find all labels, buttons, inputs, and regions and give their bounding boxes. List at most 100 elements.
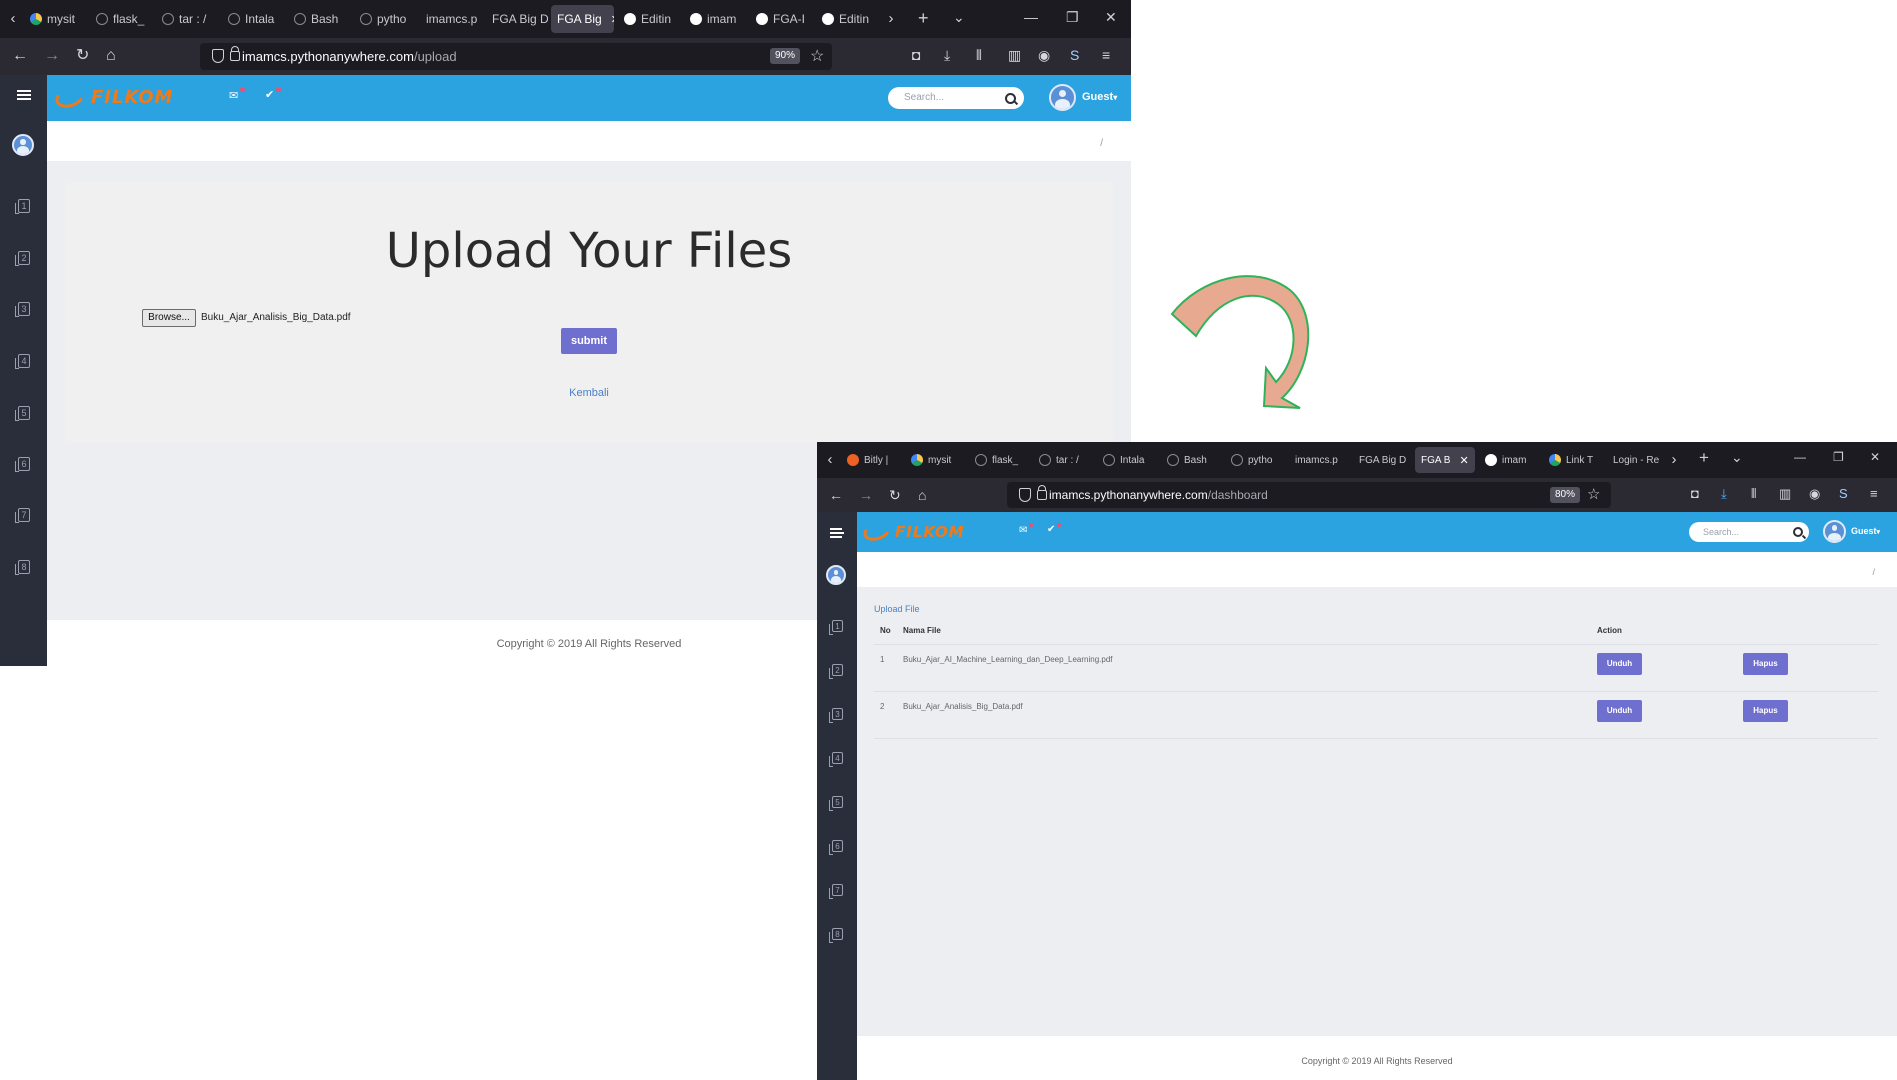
library-icon[interactable]: ⫴ <box>1751 486 1756 502</box>
lock-icon[interactable] <box>230 46 240 61</box>
browser-tab[interactable]: Editin <box>618 5 680 33</box>
sidebar-item-4[interactable]: 4 <box>15 354 30 369</box>
browser-tab[interactable]: imamcs.p <box>420 5 482 33</box>
browser-tab[interactable]: FGA Big D <box>486 5 548 33</box>
minimize-icon[interactable]: — <box>1794 450 1806 464</box>
downloads-icon[interactable]: ⤓ <box>1721 486 1727 502</box>
close-tab-icon[interactable]: ✕ <box>611 13 614 26</box>
upload-file-link[interactable]: Upload File <box>874 604 920 614</box>
browser-tab[interactable]: Bitly | <box>841 447 901 473</box>
library-icon[interactable]: ⫴ <box>976 47 982 64</box>
browser-tab[interactable]: Link T <box>1543 447 1603 473</box>
list-tabs-icon[interactable]: ⌄ <box>1731 449 1743 466</box>
menu-toggle-icon[interactable] <box>17 90 31 100</box>
home-icon[interactable]: ⌂ <box>106 46 116 66</box>
sidebar-toggle-icon[interactable]: ▥ <box>1008 47 1021 64</box>
browser-tab[interactable]: tar : / <box>1033 447 1093 473</box>
browser-tab-active[interactable]: FGA Big✕ <box>551 5 614 33</box>
search-icon[interactable] <box>1005 93 1016 104</box>
tracking-shield-icon[interactable] <box>1019 488 1031 502</box>
user-menu[interactable]: Guest▾ <box>1851 526 1880 536</box>
sidebar-item-6[interactable]: 6 <box>15 457 30 472</box>
extension-icon[interactable]: ◉ <box>1809 486 1820 502</box>
sidebar-item-3[interactable]: 3 <box>829 708 843 723</box>
sidebar-item-3[interactable]: 3 <box>15 302 30 317</box>
check-icon[interactable]: ✔ <box>1047 524 1055 535</box>
list-tabs-icon[interactable]: ⌄ <box>953 9 965 26</box>
browser-tab[interactable]: imamcs.p <box>1289 447 1349 473</box>
new-tab-icon[interactable]: + <box>918 8 929 29</box>
forward-icon[interactable]: → <box>859 485 873 505</box>
mail-icon[interactable]: ✉ <box>1019 525 1027 536</box>
search-icon[interactable] <box>1793 527 1803 537</box>
bookmark-star-icon[interactable]: ☆ <box>810 46 824 66</box>
browser-tab[interactable]: Login - Re <box>1607 447 1673 473</box>
browser-tab[interactable]: mysit <box>905 447 965 473</box>
forward-icon[interactable]: → <box>44 46 60 66</box>
sidebar-item-2[interactable]: 2 <box>15 251 30 266</box>
browser-tab-active[interactable]: FGA B ✕ <box>1415 447 1475 473</box>
zoom-level[interactable]: 80% <box>1550 487 1581 503</box>
menu-toggle-icon[interactable] <box>830 528 844 538</box>
browser-tab[interactable]: flask_ <box>90 5 152 33</box>
sidebar-avatar[interactable] <box>12 134 34 156</box>
close-window-icon[interactable]: ✕ <box>1105 9 1117 26</box>
browse-button[interactable]: Browse... <box>142 309 196 327</box>
restore-icon[interactable]: ❐ <box>1833 450 1844 464</box>
browser-tab[interactable]: tar : / <box>156 5 218 33</box>
back-icon[interactable]: ← <box>829 485 843 505</box>
brand-logo[interactable]: FILKOM <box>91 87 173 108</box>
lock-icon[interactable] <box>1037 485 1047 500</box>
close-window-icon[interactable]: ✕ <box>1870 450 1880 464</box>
user-avatar[interactable] <box>1823 520 1846 543</box>
tabs-scroll-left-icon[interactable]: ‹ <box>823 450 837 470</box>
sidebar-item-7[interactable]: 7 <box>829 884 843 899</box>
bookmark-star-icon[interactable]: ☆ <box>1587 485 1600 503</box>
download-button[interactable]: Unduh <box>1597 653 1642 675</box>
app-menu-icon[interactable]: ≡ <box>1870 486 1878 501</box>
back-link[interactable]: Kembali <box>65 387 1113 399</box>
address-bar[interactable]: imamcs.pythonanywhere.com/dashboard 80% … <box>1007 482 1611 508</box>
delete-button[interactable]: Hapus <box>1743 700 1788 722</box>
sidebar-avatar[interactable] <box>826 565 846 585</box>
browser-tab[interactable]: pytho <box>1225 447 1285 473</box>
browser-tab[interactable]: Intala <box>1097 447 1157 473</box>
restore-icon[interactable]: ❐ <box>1066 9 1079 26</box>
reload-icon[interactable]: ↻ <box>889 485 901 505</box>
search-input[interactable]: Search... <box>888 87 1024 109</box>
check-icon[interactable]: ✔ <box>265 88 274 101</box>
sidebar-item-7[interactable]: 7 <box>15 508 30 523</box>
browser-tab[interactable]: Intala <box>222 5 284 33</box>
sidebar-item-1[interactable]: 1 <box>15 199 30 214</box>
search-input[interactable]: Search... <box>1689 522 1809 542</box>
tabs-scroll-left-icon[interactable]: ‹ <box>6 9 20 29</box>
app-menu-icon[interactable]: ≡ <box>1102 47 1110 63</box>
browser-tab[interactable]: FGA Big D <box>1353 447 1413 473</box>
browser-tab[interactable]: FGA-I <box>750 5 812 33</box>
browser-tab[interactable]: flask_ <box>969 447 1029 473</box>
pocket-icon[interactable]: ◘ <box>1691 486 1699 501</box>
browser-tab[interactable]: mysit <box>24 5 86 33</box>
address-bar[interactable]: imamcs.pythonanywhere.com/upload 90% ☆ <box>200 43 832 70</box>
sidebar-item-4[interactable]: 4 <box>829 752 843 767</box>
sidebar-item-8[interactable]: 8 <box>15 560 30 575</box>
new-tab-icon[interactable]: + <box>1699 448 1709 468</box>
browser-tab[interactable]: Bash <box>1161 447 1221 473</box>
delete-button[interactable]: Hapus <box>1743 653 1788 675</box>
sidebar-item-2[interactable]: 2 <box>829 664 843 679</box>
downloads-icon[interactable]: ⤓ <box>944 47 950 64</box>
sidebar-item-6[interactable]: 6 <box>829 840 843 855</box>
minimize-icon[interactable]: — <box>1024 9 1038 25</box>
back-icon[interactable]: ← <box>12 46 28 66</box>
pocket-icon[interactable]: ◘ <box>912 47 920 63</box>
submit-button[interactable]: submit <box>561 328 617 354</box>
browser-tab[interactable]: imam <box>684 5 746 33</box>
sidebar-item-1[interactable]: 1 <box>829 620 843 635</box>
browser-tab[interactable]: Bash <box>288 5 350 33</box>
sidebar-item-5[interactable]: 5 <box>829 796 843 811</box>
browser-tab[interactable]: pytho <box>354 5 416 33</box>
zoom-level[interactable]: 90% <box>770 48 801 64</box>
close-tab-icon[interactable]: ✕ <box>1459 454 1468 467</box>
user-avatar[interactable] <box>1049 84 1076 111</box>
browser-tab[interactable]: Editin <box>816 5 878 33</box>
